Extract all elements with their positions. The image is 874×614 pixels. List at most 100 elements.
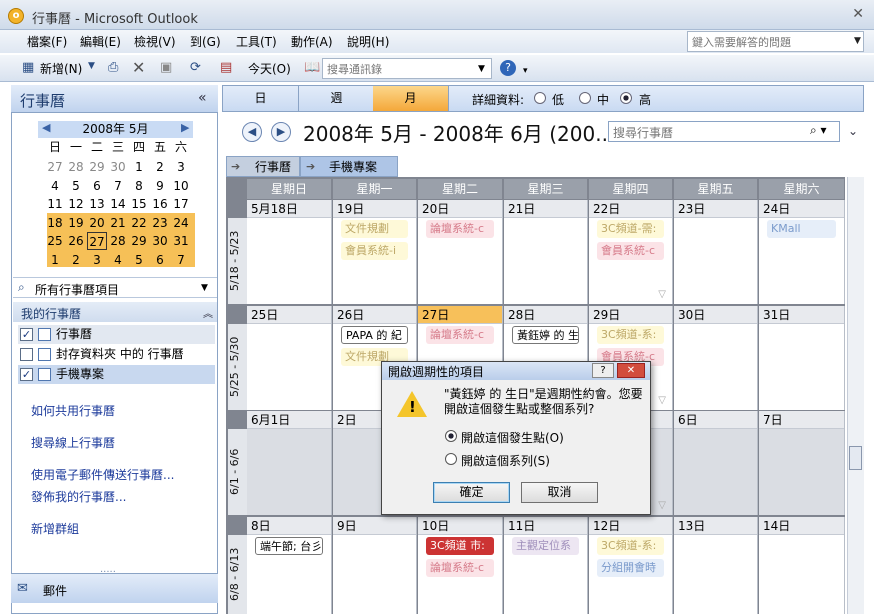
ok-button[interactable]: 確定 — [433, 482, 510, 503]
new-group-link[interactable]: 新增群組 — [31, 520, 79, 537]
mini-calendar-day[interactable]: 5 — [129, 251, 149, 269]
calendar-items-dropdown[interactable]: 所有行事曆項目 — [13, 277, 217, 298]
calendar-options-icon[interactable]: ▤ — [220, 60, 232, 75]
calendar-event[interactable]: 3C頻道-需: — [597, 220, 664, 238]
expand-search-icon[interactable]: ⌄ — [848, 124, 858, 138]
open-series-radio[interactable] — [445, 453, 457, 465]
calendar-event[interactable]: 3C頻道-系: — [597, 326, 664, 344]
vertical-scrollbar[interactable] — [847, 177, 864, 614]
collapse-section-icon[interactable]: ︽ — [203, 305, 213, 320]
mini-calendar-day[interactable]: 7 — [108, 177, 128, 195]
tab-week[interactable]: 週 — [299, 86, 375, 111]
calendar-event[interactable]: 論壇系統-c — [426, 220, 494, 238]
menu-go[interactable]: 到(G) — [190, 33, 221, 50]
calendar-event[interactable]: 會員系統-c — [597, 242, 664, 260]
more-items-icon[interactable]: ▽ — [658, 500, 666, 511]
mini-calendar-day[interactable]: 15 — [129, 195, 149, 213]
mini-calendar-day[interactable]: 14 — [108, 195, 128, 213]
calendar-checkbox-archive[interactable] — [20, 348, 33, 361]
mini-calendar-day[interactable]: 3 — [171, 158, 191, 176]
mini-calendar-day[interactable]: 22 — [129, 214, 149, 232]
calendar-event[interactable]: 黃鈺婷 的 生 — [512, 326, 579, 344]
menu-tools[interactable]: 工具(T) — [236, 33, 277, 50]
mail-nav-button[interactable]: 郵件 — [11, 573, 218, 603]
day-cell[interactable]: 20日 論壇系統-c — [418, 200, 503, 304]
mini-calendar-day[interactable]: 19 — [66, 214, 86, 232]
help-search-input[interactable]: 鍵入需要解答的問題 — [687, 31, 864, 52]
open-occurrence-radio[interactable] — [445, 430, 457, 442]
mini-calendar-day[interactable]: 12 — [66, 195, 86, 213]
week-label[interactable]: 6/8 - 6/13 — [228, 535, 248, 614]
send-receive-icon[interactable]: ⟳ — [190, 60, 201, 75]
mini-calendar-day[interactable]: 6 — [150, 251, 170, 269]
mini-calendar-day[interactable]: 10 — [171, 177, 191, 195]
menu-file[interactable]: 檔案(F) — [27, 33, 67, 50]
mini-calendar-day[interactable]: 26 — [66, 232, 86, 250]
mini-calendar-day[interactable]: 18 — [45, 214, 65, 232]
search-online-calendars-link[interactable]: 搜尋線上行事曆 — [31, 434, 115, 451]
week-label[interactable]: 5/18 - 5/23 — [228, 218, 248, 304]
cancel-button[interactable]: 取消 — [521, 482, 598, 503]
mini-calendar-day[interactable]: 2 — [150, 158, 170, 176]
open-occurrence-label[interactable]: 開啟這個發生點(O) — [461, 429, 564, 446]
mini-calendar-day[interactable]: 1 — [129, 158, 149, 176]
calendar-event[interactable]: 論壇系統-c — [426, 559, 494, 577]
mini-calendar-day[interactable]: 9 — [150, 177, 170, 195]
menu-view[interactable]: 檢視(V) — [134, 33, 176, 50]
tab-month[interactable]: 月 — [373, 86, 449, 111]
mini-calendar-day[interactable]: 31 — [171, 232, 191, 250]
mini-calendar-day[interactable]: 29 — [129, 232, 149, 250]
mini-calendar-day[interactable]: 11 — [45, 195, 65, 213]
day-cell[interactable]: 12日 3C頻道-系: 分組開會時 — [589, 517, 673, 614]
address-book-icon[interactable]: 📖 — [304, 60, 320, 75]
mini-calendar-day[interactable]: 27 — [45, 158, 65, 176]
day-cell[interactable]: 25日 — [247, 306, 332, 410]
mini-calendar-day[interactable]: 21 — [108, 214, 128, 232]
mini-calendar-day[interactable]: 4 — [108, 251, 128, 269]
day-cell[interactable]: 6日 — [674, 411, 758, 515]
detail-low-radio[interactable] — [534, 92, 546, 104]
day-cell[interactable]: 30日 — [674, 306, 758, 410]
toolbar-options-icon[interactable]: ▾ — [523, 66, 528, 76]
mini-calendar-day[interactable]: 30 — [150, 232, 170, 250]
day-cell[interactable]: 14日 — [759, 517, 845, 614]
next-month-icon[interactable]: ▶ — [271, 122, 291, 142]
mini-calendar-prev-icon[interactable]: ◀ — [42, 121, 50, 134]
menu-edit[interactable]: 編輯(E) — [80, 33, 121, 50]
menu-actions[interactable]: 動作(A) — [291, 33, 333, 50]
dialog-close-icon[interactable]: ✕ — [617, 363, 645, 378]
calendar-event[interactable]: 論壇系統-c — [426, 326, 494, 344]
mini-calendar-day[interactable]: 2 — [66, 251, 86, 269]
mini-calendar-day[interactable]: 6 — [87, 177, 107, 195]
delete-icon[interactable]: ✕ — [132, 58, 145, 77]
mini-calendar-day[interactable]: 7 — [171, 251, 191, 269]
day-cell[interactable]: 24日 KMall — [759, 200, 845, 304]
view-icon[interactable]: ▣ — [160, 60, 172, 75]
mini-calendar-day[interactable]: 13 — [87, 195, 107, 213]
calendar-event[interactable]: PAPA 的 紀 — [341, 326, 408, 344]
mini-calendar-day[interactable]: 28 — [66, 158, 86, 176]
calendar-event[interactable]: 端午節; 台彡 — [255, 537, 323, 555]
mini-calendar-day[interactable]: 27 — [87, 232, 107, 250]
share-calendar-link[interactable]: 如何共用行事曆 — [31, 402, 115, 419]
menu-help[interactable]: 說明(H) — [347, 33, 389, 50]
mini-calendar-day[interactable]: 23 — [150, 214, 170, 232]
mini-calendar-day[interactable]: 3 — [87, 251, 107, 269]
day-cell[interactable]: 7日 — [759, 411, 845, 515]
detail-high-radio[interactable] — [620, 92, 632, 104]
publish-calendar-link[interactable]: 發佈我的行事曆... — [31, 488, 126, 505]
day-cell[interactable]: 11日 主觀定位系 — [504, 517, 588, 614]
mini-calendar-day[interactable]: 17 — [171, 195, 191, 213]
search-icon[interactable]: ⌕ ▾ — [810, 123, 827, 138]
chevron-down-icon[interactable]: ▼ — [201, 283, 208, 293]
mini-calendar-day[interactable]: 16 — [150, 195, 170, 213]
tab-day[interactable]: 日 — [223, 86, 299, 111]
help-icon[interactable]: ? — [500, 60, 516, 76]
week-label[interactable]: 5/25 - 5/30 — [228, 324, 248, 410]
day-cell[interactable]: 21日 — [504, 200, 588, 304]
calendar-event[interactable]: 3C頻道-系: — [597, 537, 664, 555]
day-cell[interactable]: 9日 — [333, 517, 417, 614]
calendar-event[interactable]: 3C頻道 市: — [426, 537, 494, 555]
day-cell[interactable]: 6月1日 — [247, 411, 332, 515]
day-cell[interactable]: 22日 3C頻道-需: 會員系統-c ▽ — [589, 200, 673, 304]
